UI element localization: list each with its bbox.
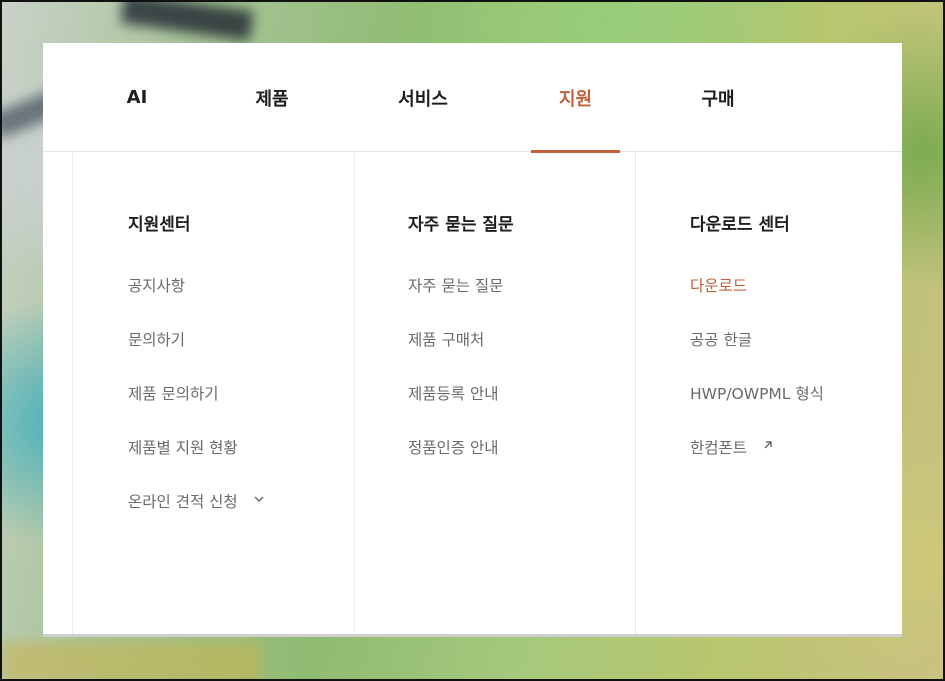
link-label: 공공 한글 [690, 331, 752, 349]
mega-menu-panel: AI 제품 서비스 지원 구매 지원센터 공지사항 문의하기 제품 문의하기 제… [43, 43, 902, 637]
link-inquiry[interactable]: 문의하기 [128, 328, 266, 382]
link-label: 공지사항 [128, 277, 186, 295]
column-faq: 자주 묻는 질문 자주 묻는 질문 제품 구매처 제품등록 안내 정품인증 안내 [354, 152, 635, 634]
link-activation-guide[interactable]: 정품인증 안내 [408, 436, 503, 490]
link-list: 자주 묻는 질문 제품 구매처 제품등록 안내 정품인증 안내 [408, 274, 503, 490]
link-product-inquiry[interactable]: 제품 문의하기 [128, 382, 266, 436]
column-download-center: 다운로드 센터 다운로드 공공 한글 HWP/OWPML 형식 한컴폰트 [635, 152, 902, 634]
link-label: 다운로드 [690, 277, 748, 295]
link-label: HWP/OWPML 형식 [690, 385, 824, 403]
link-label: 자주 묻는 질문 [408, 277, 504, 295]
nav-item-label: 구매 [701, 88, 735, 110]
nav-item-services[interactable]: 서비스 [383, 43, 463, 152]
nav-item-buy[interactable]: 구매 [688, 43, 748, 152]
link-label: 한컴폰트 [690, 439, 748, 457]
link-faq[interactable]: 자주 묻는 질문 [408, 274, 503, 328]
link-label: 제품 구매처 [408, 331, 485, 349]
link-label: 제품등록 안내 [408, 385, 499, 403]
nav-item-label: 지원 [558, 88, 593, 110]
external-link-arrow-icon [761, 438, 775, 452]
nav-item-label: 제품 [255, 88, 289, 110]
top-navigation: AI 제품 서비스 지원 구매 [43, 43, 902, 153]
link-support-status[interactable]: 제품별 지원 현황 [128, 436, 266, 490]
link-download[interactable]: 다운로드 [690, 274, 824, 328]
link-label: 제품 문의하기 [128, 385, 219, 403]
link-public-hangul[interactable]: 공공 한글 [690, 328, 824, 382]
submenu-columns: 지원센터 공지사항 문의하기 제품 문의하기 제품별 지원 현황 온라인 견적 … [43, 152, 902, 634]
link-list: 다운로드 공공 한글 HWP/OWPML 형식 한컴폰트 [690, 274, 824, 490]
nav-item-label: 서비스 [398, 88, 448, 110]
link-label: 제품별 지원 현황 [128, 439, 238, 457]
column-title: 자주 묻는 질문 [408, 215, 514, 235]
link-hwp-owpml-format[interactable]: HWP/OWPML 형식 [690, 382, 824, 436]
nav-item-ai[interactable]: AI [117, 43, 157, 152]
link-list: 공지사항 문의하기 제품 문의하기 제품별 지원 현황 온라인 견적 신청 [128, 274, 266, 544]
column-support-center: 지원센터 공지사항 문의하기 제품 문의하기 제품별 지원 현황 온라인 견적 … [72, 152, 354, 634]
column-title: 다운로드 센터 [690, 215, 790, 235]
column-title: 지원센터 [128, 215, 191, 235]
link-online-quote[interactable]: 온라인 견적 신청 [128, 490, 266, 544]
link-where-to-buy[interactable]: 제품 구매처 [408, 328, 503, 382]
nav-item-label: AI [126, 87, 148, 108]
nav-item-support[interactable]: 지원 [531, 43, 620, 153]
link-notices[interactable]: 공지사항 [128, 274, 266, 328]
link-label: 문의하기 [128, 331, 186, 349]
link-product-registration[interactable]: 제품등록 안내 [408, 382, 503, 436]
link-label: 온라인 견적 신청 [128, 493, 238, 511]
chevron-down-icon [252, 492, 266, 506]
link-label: 정품인증 안내 [408, 439, 499, 457]
nav-item-products[interactable]: 제품 [242, 43, 302, 152]
link-hancom-fonts[interactable]: 한컴폰트 [690, 436, 824, 490]
